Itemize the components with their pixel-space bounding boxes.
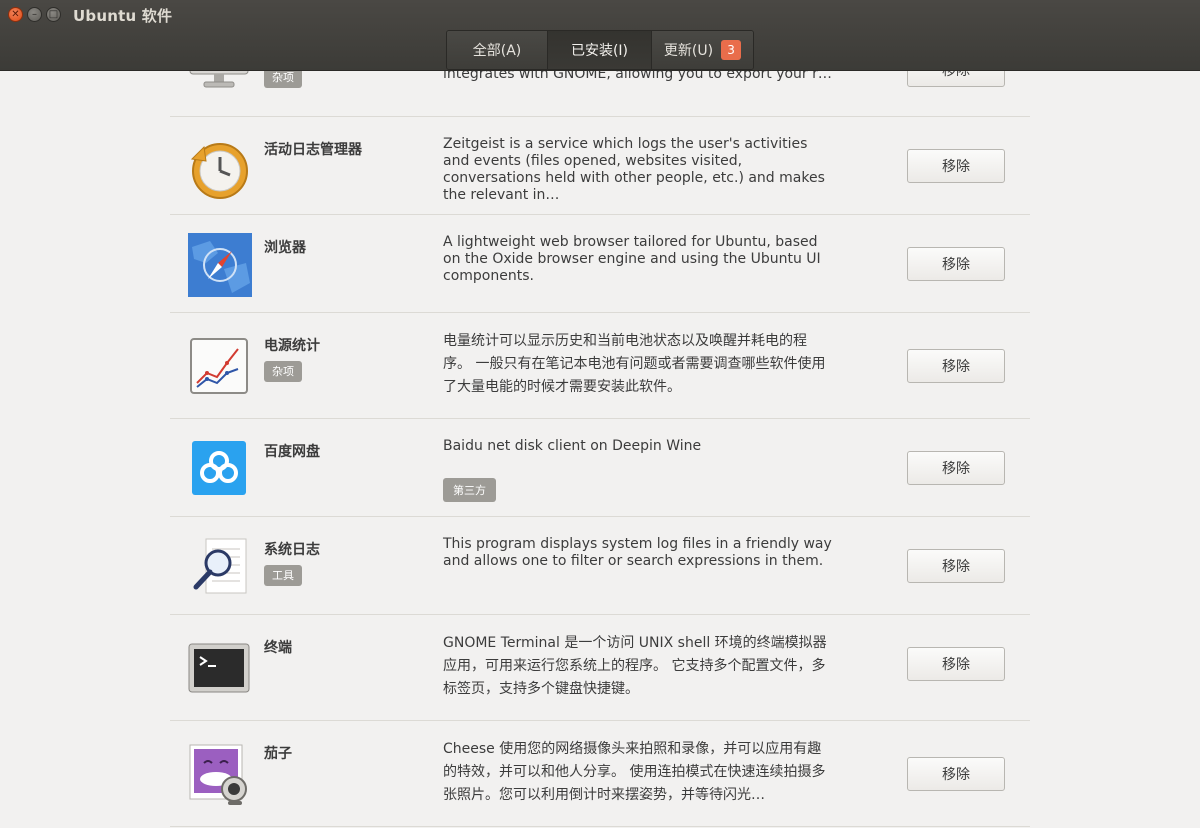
tab-all[interactable]: 全部(A): [447, 31, 548, 69]
category-tag: 杂项: [264, 71, 302, 89]
list-item: 活动日志管理器 Zeitgeist is a service which log…: [170, 117, 1030, 215]
remove-button[interactable]: 移除: [907, 757, 1005, 791]
minimize-icon[interactable]: –: [27, 7, 42, 22]
app-name: 终端: [264, 640, 292, 656]
list-item: 百度网盘 Baidu net disk client on Deepin Win…: [170, 419, 1030, 517]
updates-count-badge: 3: [721, 40, 742, 60]
app-description: integrates with GNOME, allowing you to e…: [443, 71, 832, 82]
remove-button[interactable]: 移除: [907, 149, 1005, 183]
app-description: Baidu net disk client on Deepin Wine: [443, 438, 702, 454]
list-item: 系统日志 工具 This program displays system log…: [170, 517, 1030, 615]
app-name: 活动日志管理器: [264, 142, 362, 158]
list-item: 终端 GNOME Terminal 是一个访问 UNIX shell 环境的终端…: [170, 615, 1030, 721]
remove-button[interactable]: 移除: [907, 451, 1005, 485]
app-description: This program displays system log files i…: [443, 536, 832, 569]
log-magnifier-icon: [186, 535, 252, 599]
app-description: Zeitgeist is a service which logs the us…: [443, 136, 825, 203]
tab-installed-label: 已安装(I): [570, 43, 629, 59]
remove-button[interactable]: 移除: [907, 647, 1005, 681]
app-description: Cheese 使用您的网络摄像头来拍照和录像，并可以应用有趣的特效，并可以和他人…: [443, 741, 826, 803]
list-item: 电源统计 杂项 电量统计可以显示历史和当前电池状态以及唤醒并耗电的程序。 一般只…: [170, 313, 1030, 419]
remove-button[interactable]: 移除: [907, 247, 1005, 281]
baidu-cloud-icon: [192, 441, 258, 505]
header-bar: ✕ – □ Ubuntu 软件 全部(A) 已安装(I) 更新(U) 3: [0, 0, 1200, 71]
remove-button[interactable]: 移除: [907, 549, 1005, 583]
category-tag: 工具: [264, 565, 302, 587]
list-item: 杂项 integrates with GNOME, allowing you t…: [170, 71, 1030, 117]
window-controls: ✕ – □: [8, 7, 61, 22]
tab-updates[interactable]: 更新(U) 3: [652, 31, 753, 69]
monitor-icon: [186, 71, 252, 94]
list-item: 浏览器 A lightweight web browser tailored f…: [170, 215, 1030, 313]
remove-button[interactable]: 移除: [907, 71, 1005, 87]
app-name: 百度网盘: [264, 444, 320, 460]
app-name: 系统日志: [264, 542, 320, 558]
close-icon[interactable]: ✕: [8, 7, 23, 22]
cheese-webcam-icon: [186, 743, 252, 807]
category-tag: 杂项: [264, 361, 302, 383]
installed-apps-list: 杂项 integrates with GNOME, allowing you t…: [0, 71, 1200, 828]
history-clock-icon: [186, 137, 252, 201]
browser-compass-icon: [188, 233, 254, 297]
app-description: A lightweight web browser tailored for U…: [443, 234, 821, 284]
tab-updates-label: 更新(U): [663, 43, 714, 59]
view-switcher: 全部(A) 已安装(I) 更新(U) 3: [446, 30, 754, 70]
terminal-icon: [186, 641, 252, 705]
remove-button[interactable]: 移除: [907, 349, 1005, 383]
list-item: 茄子 Cheese 使用您的网络摄像头来拍照和录像，并可以应用有趣的特效，并可以…: [170, 721, 1030, 827]
app-name: 电源统计: [264, 338, 320, 354]
app-name: 浏览器: [264, 240, 306, 256]
app-description: GNOME Terminal 是一个访问 UNIX shell 环境的终端模拟器…: [443, 635, 827, 697]
tab-all-label: 全部(A): [472, 43, 522, 59]
maximize-icon[interactable]: □: [46, 7, 61, 22]
app-name: 茄子: [264, 746, 292, 762]
tab-installed[interactable]: 已安装(I): [548, 31, 652, 69]
power-statistics-icon: [186, 335, 252, 399]
third-party-badge: 第三方: [443, 478, 496, 502]
app-description: 电量统计可以显示历史和当前电池状态以及唤醒并耗电的程序。 一般只有在笔记本电池有…: [443, 333, 826, 395]
window-title: Ubuntu 软件: [73, 7, 173, 25]
